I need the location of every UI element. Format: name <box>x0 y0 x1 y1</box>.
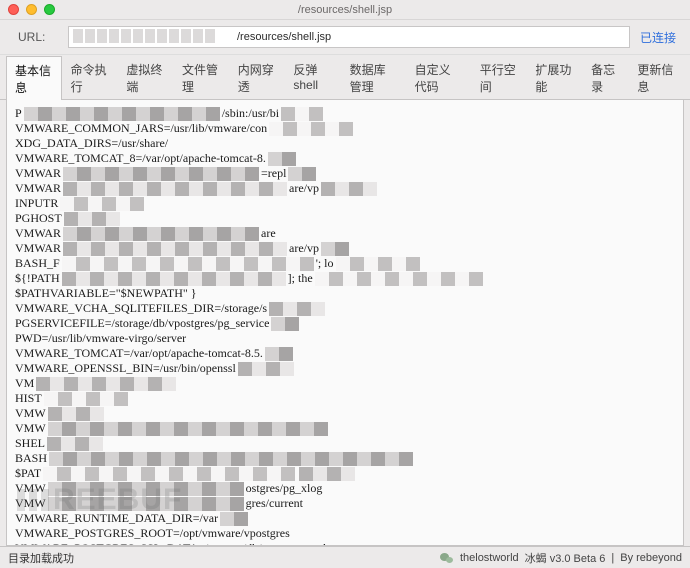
titlebar: /resources/shell.jsp <box>0 0 690 20</box>
tab-10[interactable]: 备忘录 <box>582 55 628 99</box>
statusbar: 目录加载成功 thelostworld 冰蝎 v3.0 Beta 6 | By … <box>0 546 690 568</box>
env-line: VMWARE_TOMCAT=/var/opt/apache-tomcat-8.5… <box>15 346 675 361</box>
version-text: 冰蝎 v3.0 Beta 6 <box>525 550 606 566</box>
window-controls[interactable] <box>8 4 55 15</box>
url-label: URL: <box>18 30 58 44</box>
tab-1[interactable]: 命令执行 <box>62 55 118 99</box>
credit-text: By rebeyond <box>620 552 682 564</box>
env-line: VMWARare/vp <box>15 181 675 196</box>
env-line: ${!PATH]; the <box>15 271 675 286</box>
env-line: VMWARE_POSTGRES_SSL_DATA=/storage/db/vpo… <box>15 541 675 546</box>
env-line: VMWARare/vp <box>15 241 675 256</box>
url-visible-suffix: /resources/shell.jsp <box>237 31 331 43</box>
tab-5[interactable]: 反弹shell <box>284 55 340 99</box>
tab-0[interactable]: 基本信息 <box>6 56 62 100</box>
env-line: VMWARE_COMMON_JARS=/usr/lib/vmware/con <box>15 121 675 136</box>
env-line: VMWARE_OPENSSL_BIN=/usr/bin/openssl <box>15 361 675 376</box>
env-line: HIST <box>15 391 675 406</box>
env-line: VMWAR=repl <box>15 166 675 181</box>
env-output: P/sbin:/usr/biVMWARE_COMMON_JARS=/usr/li… <box>7 100 683 546</box>
env-line: $PAT <box>15 466 675 481</box>
env-line: BASH_F'; lo <box>15 256 675 271</box>
env-line: VMWostgres/pg_xlog <box>15 481 675 496</box>
window-title: /resources/shell.jsp <box>0 4 690 16</box>
zoom-icon[interactable] <box>44 4 55 15</box>
env-line: VMWARE_RUNTIME_DATA_DIR=/var <box>15 511 675 526</box>
tab-4[interactable]: 内网穿透 <box>229 55 285 99</box>
env-line: VMW <box>15 421 675 436</box>
status-text: 目录加载成功 <box>8 550 74 566</box>
tab-2[interactable]: 虚拟终端 <box>117 55 173 99</box>
env-line: VMWARE_POSTGRES_ROOT=/opt/vmware/vpostgr… <box>15 526 675 541</box>
content-panel: P/sbin:/usr/biVMWARE_COMMON_JARS=/usr/li… <box>6 100 684 546</box>
env-line: VMWARE_VCHA_SQLITEFILES_DIR=/storage/s <box>15 301 675 316</box>
env-line: VMWARE_TOMCAT_8=/var/opt/apache-tomcat-8… <box>15 151 675 166</box>
env-line: PGSERVICEFILE=/storage/db/vpostgres/pg_s… <box>15 316 675 331</box>
env-line: VM <box>15 376 675 391</box>
env-line: PWD=/usr/lib/vmware-virgo/server <box>15 331 675 346</box>
env-line: INPUTR <box>15 196 675 211</box>
env-line: VMWgres/current <box>15 496 675 511</box>
url-row: URL: /resources/shell.jsp 已连接 <box>0 20 690 55</box>
tab-7[interactable]: 自定义代码 <box>406 55 471 99</box>
tab-9[interactable]: 扩展功能 <box>526 55 582 99</box>
tabs: 基本信息命令执行虚拟终端文件管理内网穿透反弹shell数据库管理自定义代码平行空… <box>0 55 690 100</box>
tab-11[interactable]: 更新信息 <box>628 55 684 99</box>
close-icon[interactable] <box>8 4 19 15</box>
url-input[interactable]: /resources/shell.jsp <box>68 26 630 48</box>
connection-status: 已连接 <box>640 29 680 46</box>
author-handle: thelostworld <box>460 552 519 564</box>
tab-6[interactable]: 数据库管理 <box>341 55 406 99</box>
env-line: $PATHVARIABLE="$NEWPATH" } <box>15 286 675 301</box>
env-line: PGHOST <box>15 211 675 226</box>
url-redacted <box>73 29 215 45</box>
tab-8[interactable]: 平行空间 <box>471 55 527 99</box>
env-line: VMW <box>15 406 675 421</box>
wechat-icon <box>440 551 454 565</box>
env-line: P/sbin:/usr/bi <box>15 106 675 121</box>
env-line: SHEL <box>15 436 675 451</box>
env-line: XDG_DATA_DIRS=/usr/share/ <box>15 136 675 151</box>
env-line: VMWARare <box>15 226 675 241</box>
minimize-icon[interactable] <box>26 4 37 15</box>
tab-3[interactable]: 文件管理 <box>173 55 229 99</box>
env-line: BASH <box>15 451 675 466</box>
